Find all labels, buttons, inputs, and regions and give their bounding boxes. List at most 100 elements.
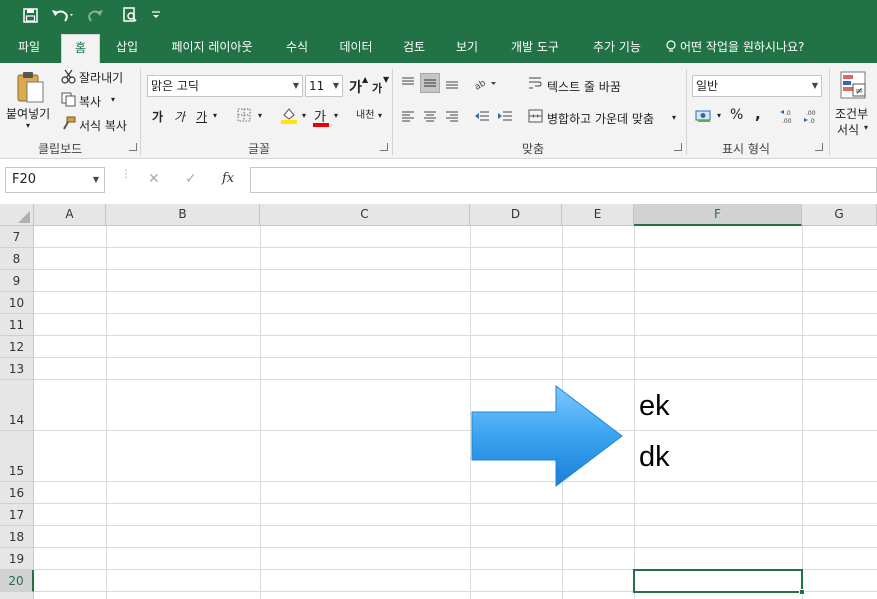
font-size-combo[interactable]: 11 ▼ (305, 75, 343, 97)
row-header-14[interactable]: 14 (0, 380, 34, 431)
gridline (34, 247, 877, 248)
column-header-f[interactable]: F (634, 204, 802, 226)
selected-cell-f20[interactable] (633, 569, 803, 593)
copy-button[interactable]: 복사 (79, 93, 101, 110)
column-header-b[interactable]: B (106, 204, 260, 226)
bold-button[interactable]: 가 (152, 108, 163, 125)
row-header-12[interactable]: 12 (0, 336, 34, 358)
row-header-16[interactable]: 16 (0, 482, 34, 504)
borders-icon[interactable] (236, 107, 252, 123)
gridline (34, 313, 877, 314)
font-launcher-icon[interactable] (380, 143, 388, 151)
borders-dropdown-icon[interactable]: ▾ (258, 111, 262, 120)
name-box[interactable]: F20 ▼ (5, 167, 105, 193)
tab-file[interactable]: 파일 (0, 31, 58, 63)
tell-me-search[interactable]: 어떤 작업을 원하시나요? (666, 31, 826, 63)
align-left-icon[interactable] (398, 107, 418, 125)
insert-function-icon[interactable]: fx (222, 171, 234, 186)
font-name-combo[interactable]: 맑은 고딕 ▼ (147, 75, 303, 97)
row-header-15[interactable]: 15 (0, 431, 34, 482)
number-format-combo[interactable]: 일반 ▼ (692, 75, 822, 97)
phonetic-dropdown-icon[interactable]: ▾ (378, 111, 382, 120)
clipboard-launcher-icon[interactable] (129, 143, 137, 151)
blue-arrow-shape[interactable] (468, 384, 628, 488)
comma-button[interactable]: , (755, 105, 761, 123)
tab-formulas[interactable]: 수식 (274, 31, 320, 63)
tab-insert[interactable]: 삽입 (104, 31, 150, 63)
increase-indent-icon[interactable] (495, 107, 515, 125)
tab-data[interactable]: 데이터 (326, 31, 386, 63)
decrease-font-size-button[interactable]: 가 (372, 80, 382, 96)
tab-page-layout[interactable]: 페이지 레이아웃 (156, 31, 268, 63)
format-painter-button[interactable]: 서식 복사 (79, 117, 127, 134)
row-header-17[interactable]: 17 (0, 504, 34, 526)
copy-dropdown-icon[interactable]: ▾ (111, 95, 115, 104)
row-header-18[interactable]: 18 (0, 526, 34, 548)
increase-decimal-icon[interactable]: .0.00 (778, 107, 800, 125)
tab-home[interactable]: 홈 (61, 34, 100, 63)
phonetic-button[interactable]: 내천 (356, 106, 374, 121)
column-header-g[interactable]: G (802, 204, 877, 226)
align-middle-icon[interactable] (420, 73, 440, 93)
fill-handle[interactable] (799, 589, 805, 595)
column-header-a[interactable]: A (34, 204, 106, 226)
row-header-10[interactable]: 10 (0, 292, 34, 314)
alignment-launcher-icon[interactable] (674, 143, 682, 151)
orientation-icon[interactable]: ab (472, 73, 498, 93)
align-top-icon[interactable] (398, 73, 418, 93)
conditional-formatting-button[interactable]: 조건부 (835, 105, 868, 122)
cancel-formula-icon[interactable]: ✕ (148, 171, 160, 187)
paste-dropdown-icon[interactable]: ▾ (26, 121, 30, 130)
undo-icon[interactable] (48, 4, 78, 26)
print-preview-icon[interactable] (119, 4, 141, 26)
fill-color-dropdown-icon[interactable]: ▾ (302, 111, 306, 120)
redo-icon[interactable] (84, 4, 112, 26)
enter-formula-icon[interactable]: ✓ (185, 171, 197, 187)
formula-bar-grip-icon[interactable]: ⋮ (121, 170, 131, 187)
cell-f15[interactable]: dk (639, 441, 670, 474)
number-launcher-icon[interactable] (815, 143, 823, 151)
accounting-dropdown-icon[interactable]: ▾ (717, 111, 721, 120)
align-center-icon[interactable] (420, 107, 440, 125)
percent-button[interactable]: % (730, 107, 743, 123)
font-color-dropdown-icon[interactable]: ▾ (334, 111, 338, 120)
accounting-format-icon[interactable] (694, 107, 714, 125)
align-right-icon[interactable] (442, 107, 462, 125)
decrease-decimal-icon[interactable]: .00.0 (802, 107, 824, 125)
cut-button[interactable]: 잘라내기 (79, 69, 123, 86)
tab-developer[interactable]: 개발 도구 (497, 31, 573, 63)
underline-dropdown-icon[interactable]: ▾ (213, 111, 217, 120)
column-header-d[interactable]: D (470, 204, 562, 226)
conditional-dropdown-icon[interactable]: ▾ (864, 123, 868, 132)
row-header-7[interactable]: 7 (0, 226, 34, 248)
tab-view[interactable]: 보기 (444, 31, 490, 63)
row-header-21[interactable] (0, 592, 34, 599)
paste-button[interactable]: 붙여넣기 (6, 105, 50, 122)
paste-icon[interactable] (14, 69, 48, 105)
underline-button[interactable]: 가 (196, 108, 207, 125)
row-header-9[interactable]: 9 (0, 270, 34, 292)
align-bottom-icon[interactable] (442, 73, 462, 93)
worksheet-grid[interactable]: 7 8 9 10 11 12 13 14 15 16 17 18 19 20 e… (0, 226, 877, 599)
row-header-20[interactable]: 20 (0, 570, 34, 592)
wrap-text-button[interactable]: 텍스트 줄 바꿈 (547, 78, 621, 95)
merge-dropdown-icon[interactable]: ▾ (672, 113, 676, 122)
decrease-indent-icon[interactable] (472, 107, 492, 125)
tab-review[interactable]: 검토 (390, 31, 438, 63)
customize-qat-icon[interactable] (148, 4, 164, 26)
formula-input[interactable] (250, 167, 877, 193)
cell-f14[interactable]: ek (639, 390, 670, 423)
merge-center-button[interactable]: 병합하고 가운데 맞춤 (547, 110, 654, 127)
italic-button[interactable]: 가 (174, 108, 185, 125)
row-header-8[interactable]: 8 (0, 248, 34, 270)
select-all-corner[interactable] (0, 204, 34, 226)
column-header-c[interactable]: C (260, 204, 470, 226)
save-icon[interactable] (20, 4, 40, 26)
row-header-19[interactable]: 19 (0, 548, 34, 570)
tab-add-ins[interactable]: 추가 기능 (580, 31, 654, 63)
column-header-e[interactable]: E (562, 204, 634, 226)
row-header-13[interactable]: 13 (0, 358, 34, 380)
increase-font-size-button[interactable]: 가 (349, 77, 362, 97)
fill-color-icon[interactable] (279, 106, 299, 124)
row-header-11[interactable]: 11 (0, 314, 34, 336)
